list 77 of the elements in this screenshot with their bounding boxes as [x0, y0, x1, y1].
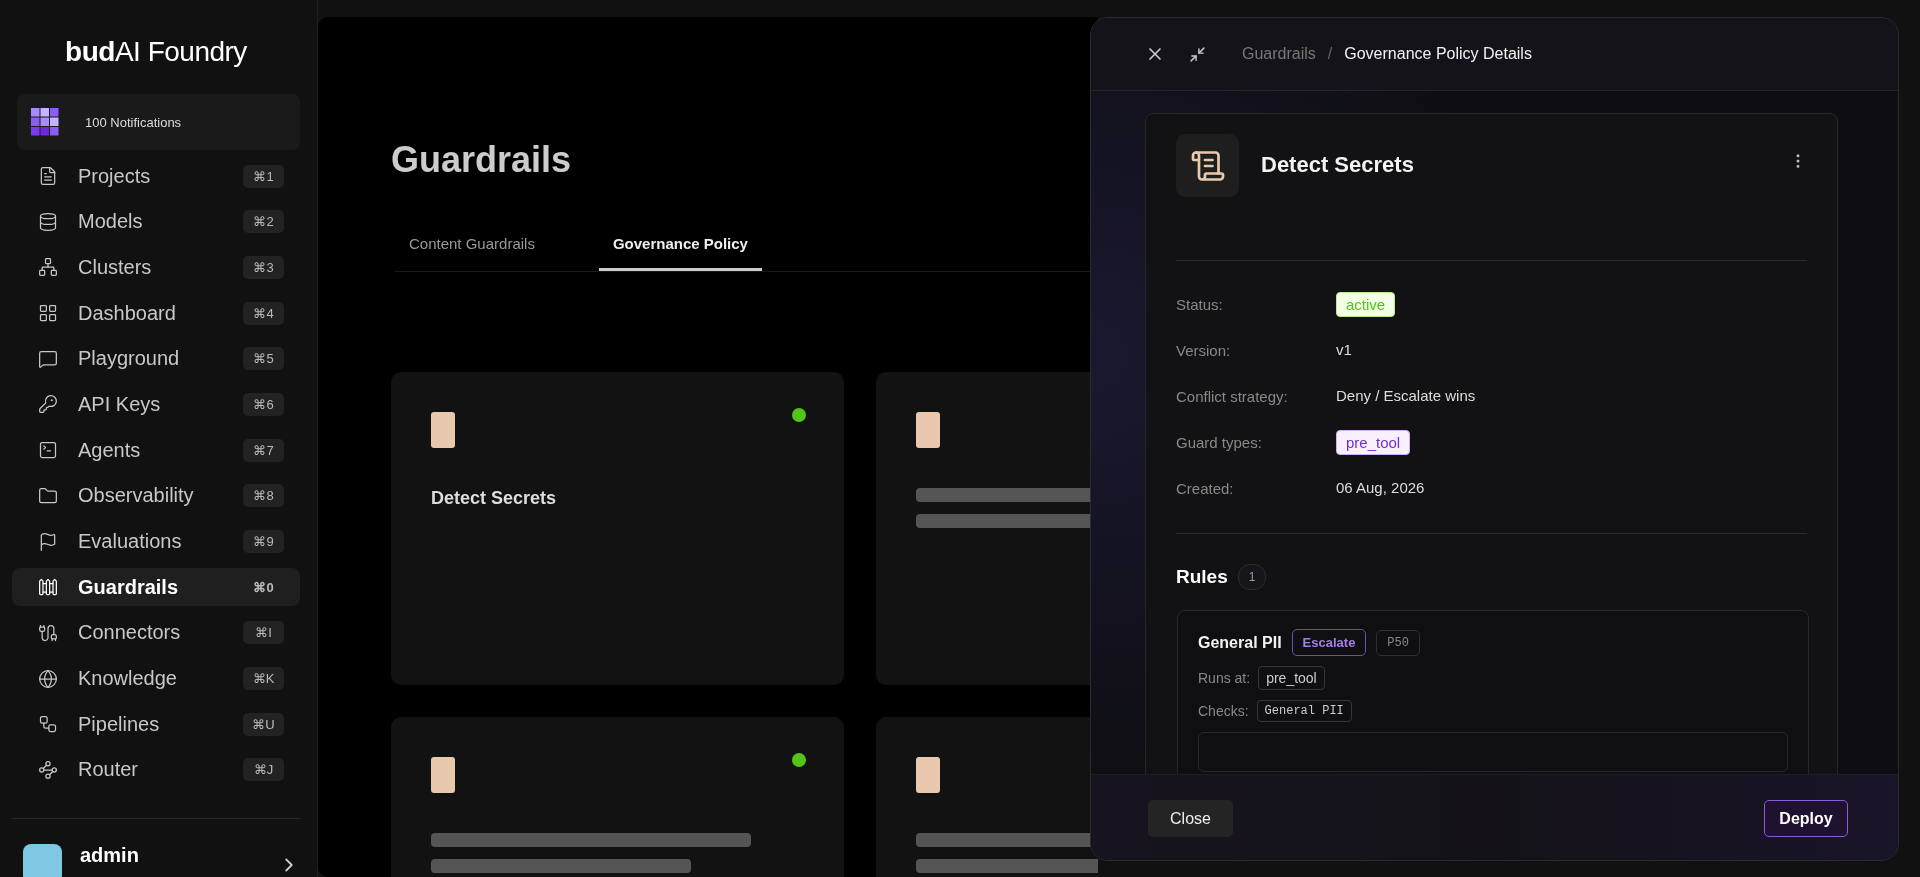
- grid-logo-icon: [31, 108, 59, 136]
- sidebar-item[interactable]: Guardrails ⌘0: [12, 568, 300, 607]
- action-badge: Escalate: [1291, 629, 1367, 656]
- sidebar-item[interactable]: API Keys ⌘6: [12, 385, 300, 424]
- key-icon: [38, 394, 58, 415]
- database-icon: [38, 211, 58, 232]
- sidebar-item[interactable]: Observability ⌘8: [12, 476, 300, 515]
- status-badge: active: [1336, 291, 1396, 317]
- field-label: Runs at:: [1198, 670, 1251, 686]
- shortcut-badge: ⌘5: [243, 347, 284, 371]
- tab[interactable]: Content Guardrails: [395, 235, 549, 271]
- shortcut-badge: ⌘3: [243, 255, 284, 279]
- tag: pre_tool: [1258, 666, 1325, 690]
- field-value: Deny / Escalate wins: [1336, 387, 1476, 404]
- priority-badge: P50: [1376, 629, 1420, 656]
- sidebar-item[interactable]: Router ⌘J: [12, 750, 300, 789]
- shortcut-badge: ⌘J: [243, 758, 284, 782]
- app-logo: budAI Foundry: [64, 36, 248, 68]
- breadcrumb-separator: /: [1327, 45, 1333, 63]
- sidebar-item[interactable]: Knowledge ⌘K: [12, 659, 300, 698]
- sidebar-item[interactable]: Clusters ⌘3: [12, 248, 300, 287]
- tag: pre_tool: [1336, 429, 1411, 455]
- rule-name: General PII: [1198, 633, 1282, 652]
- hierarchy-icon: [38, 257, 58, 278]
- sidebar-item[interactable]: Dashboard ⌘4: [12, 294, 300, 333]
- shortcut-badge: ⌘K: [243, 667, 284, 691]
- sidebar-item[interactable]: Models ⌘2: [12, 202, 300, 241]
- route-icon: [38, 759, 58, 780]
- globe-icon: [38, 668, 58, 689]
- policy-name: Detect Secrets: [1261, 152, 1414, 179]
- document-icon: [38, 166, 58, 186]
- page-title: Guardrails: [391, 139, 573, 181]
- field-label: Status:: [1176, 294, 1224, 315]
- sidebar-item[interactable]: Projects ⌘1: [12, 157, 300, 195]
- shortcut-badge: ⌘6: [243, 392, 284, 416]
- shortcut-badge: ⌘U: [243, 712, 284, 736]
- avatar: [23, 844, 62, 877]
- field-label: Conflict strategy:: [1176, 386, 1289, 407]
- user-name: admin: [80, 844, 140, 867]
- card-title: Detect Secrets: [431, 488, 558, 509]
- field-value: 06 Aug, 2026: [1336, 479, 1425, 496]
- close-button[interactable]: Close: [1148, 800, 1233, 837]
- sidebar-item[interactable]: Agents ⌘7: [12, 431, 300, 470]
- shortcut-badge: ⌘4: [243, 301, 284, 325]
- field-label: Guard types:: [1176, 432, 1263, 453]
- sidebar-item[interactable]: Connectors ⌘I: [12, 613, 300, 652]
- fence-icon: [38, 577, 58, 598]
- field-label: Created:: [1176, 478, 1235, 499]
- count-badge: 1: [1237, 564, 1267, 590]
- grid-icon: [38, 303, 58, 324]
- shortcut-badge: ⌘I: [243, 621, 284, 645]
- breadcrumb-item: Governance Policy Details: [1344, 45, 1532, 63]
- tag: General PII: [1256, 700, 1352, 722]
- section-title: Rules: [1176, 566, 1228, 588]
- shortcut-badge: ⌘9: [243, 530, 284, 553]
- shortcut-badge: ⌘1: [243, 164, 284, 188]
- shortcut-badge: ⌘7: [243, 438, 284, 462]
- sidebar-item[interactable]: Evaluations ⌘9: [12, 522, 300, 561]
- folder-icon: [38, 485, 58, 506]
- field-label: Checks:: [1198, 703, 1249, 719]
- policy-card[interactable]: Detect Secrets: [391, 372, 844, 685]
- workflow-icon: [38, 714, 58, 735]
- shortcut-badge: ⌘2: [243, 210, 284, 234]
- shortcut-badge: ⌘8: [243, 484, 284, 508]
- field-value: v1: [1336, 341, 1352, 358]
- chat-bubble-icon: [38, 348, 58, 369]
- field-label: Version:: [1176, 340, 1232, 361]
- terminal-icon: [38, 440, 58, 461]
- deploy-button[interactable]: Deploy: [1764, 800, 1848, 837]
- cable-icon: [38, 622, 58, 643]
- notifications-button[interactable]: 100 Notifications: [17, 94, 300, 150]
- flag-icon: [38, 531, 58, 552]
- sidebar-item[interactable]: Pipelines ⌘U: [12, 705, 300, 744]
- shortcut-label: ⌘0: [252, 578, 275, 597]
- breadcrumb-item[interactable]: Guardrails: [1242, 45, 1316, 63]
- tab[interactable]: Governance Policy: [598, 235, 762, 271]
- sidebar-item[interactable]: Playground ⌘5: [12, 339, 300, 378]
